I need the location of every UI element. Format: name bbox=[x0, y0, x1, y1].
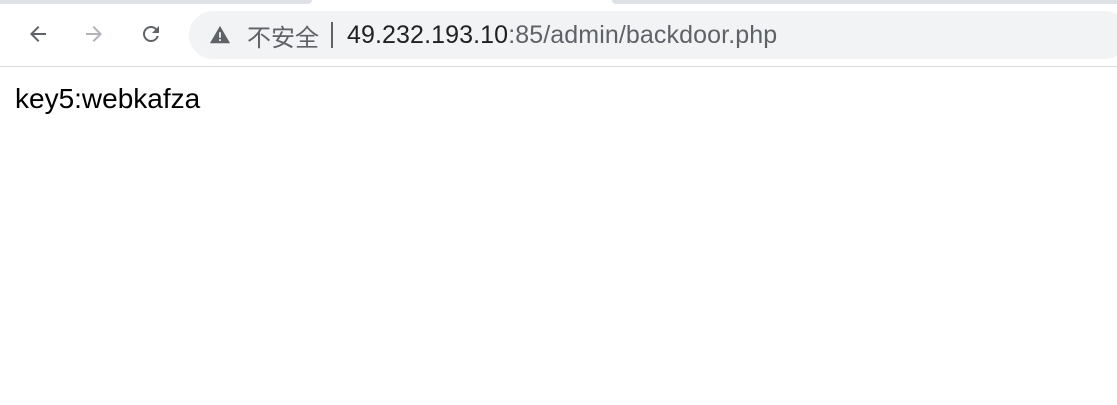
warning-triangle-icon[interactable] bbox=[209, 24, 231, 46]
url-path: :85/admin/backdoor.php bbox=[508, 20, 778, 49]
back-button[interactable] bbox=[18, 14, 58, 54]
tab-strip bbox=[0, 0, 1117, 4]
reload-button[interactable] bbox=[131, 14, 171, 54]
arrow-left-icon bbox=[30, 26, 46, 42]
arrow-right-icon bbox=[86, 26, 102, 42]
forward-button[interactable] bbox=[74, 14, 114, 54]
tab-edge bbox=[0, 0, 312, 4]
tab-edge bbox=[612, 0, 1117, 4]
warning-triangle-icon bbox=[209, 25, 231, 44]
browser-toolbar: 不安全 49.232.193.10:85/admin/backdoor.php bbox=[0, 0, 1117, 67]
url-host: 49.232.193.10 bbox=[347, 20, 509, 49]
address-bar[interactable]: 不安全 49.232.193.10:85/admin/backdoor.php bbox=[189, 11, 1117, 59]
reload-icon bbox=[143, 26, 159, 42]
divider bbox=[331, 22, 333, 48]
security-status-label[interactable]: 不安全 bbox=[247, 18, 319, 53]
url-text[interactable]: 49.232.193.10:85/admin/backdoor.php bbox=[347, 21, 777, 50]
page-body-text: key5:webkafza bbox=[15, 83, 201, 114]
